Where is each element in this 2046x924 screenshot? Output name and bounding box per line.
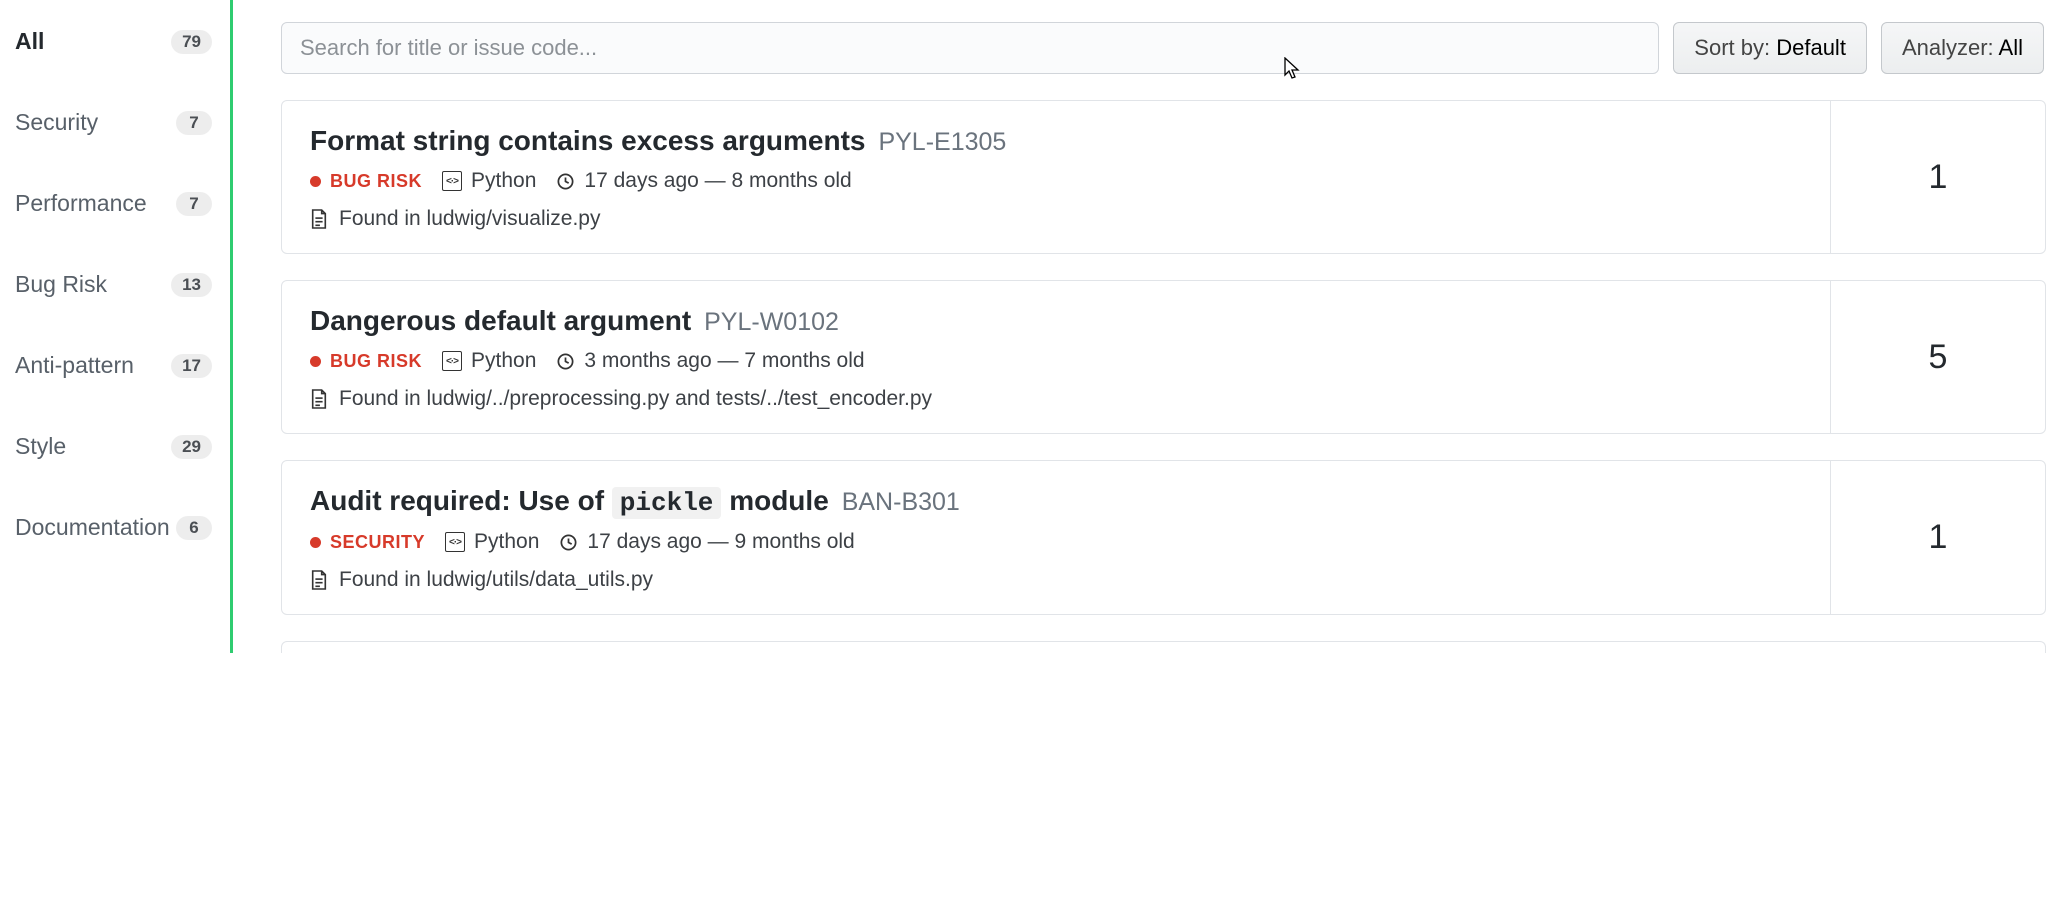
category-label: BUG RISK bbox=[330, 171, 422, 192]
search-input[interactable] bbox=[281, 22, 1659, 74]
sidebar-item-performance[interactable]: Performance 7 bbox=[0, 180, 230, 227]
sidebar-item-label: Security bbox=[15, 109, 98, 136]
sidebar-item-security[interactable]: Security 7 bbox=[0, 99, 230, 146]
sort-by-button[interactable]: Sort by: Default bbox=[1673, 22, 1867, 74]
count-badge: 29 bbox=[171, 435, 212, 459]
issue-title: Dangerous default argument bbox=[310, 305, 691, 336]
issue-card[interactable]: Dangerous default argument PYL-W0102 BUG … bbox=[281, 280, 2046, 434]
location-text: Found in ludwig/utils/data_utils.py bbox=[339, 568, 653, 592]
location-text: Found in ludwig/../preprocessing.py and … bbox=[339, 387, 932, 411]
analyzer-prefix: Analyzer: bbox=[1902, 35, 1999, 60]
location-text: Found in ludwig/visualize.py bbox=[339, 207, 600, 231]
issue-main: Dangerous default argument PYL-W0102 BUG … bbox=[282, 281, 1830, 433]
inline-code: pickle bbox=[612, 487, 722, 519]
sidebar-item-style[interactable]: Style 29 bbox=[0, 423, 230, 470]
sidebar-item-anti-pattern[interactable]: Anti-pattern 17 bbox=[0, 342, 230, 389]
language-label: Python bbox=[471, 169, 536, 193]
status-dot-icon bbox=[310, 537, 321, 548]
issue-card-partial bbox=[281, 641, 2046, 653]
issue-meta-row: BUG RISK <·> Python 17 days ago — 8 months … bbox=[310, 169, 1802, 193]
language-group: <·> Python bbox=[442, 169, 536, 193]
category-label: SECURITY bbox=[330, 532, 425, 553]
issue-title: Audit required: Use of pickle module bbox=[310, 485, 829, 516]
time-label: 17 days ago — 9 months old bbox=[587, 530, 854, 554]
file-icon bbox=[310, 569, 328, 591]
issue-card[interactable]: Format string contains excess arguments … bbox=[281, 100, 2046, 254]
issue-meta-row: BUG RISK <·> Python 3 months ago — 7 months… bbox=[310, 349, 1802, 373]
issue-main: Format string contains excess arguments … bbox=[282, 101, 1830, 253]
issue-code: PYL-W0102 bbox=[697, 308, 839, 336]
sidebar-item-label: Performance bbox=[15, 190, 147, 217]
sidebar-item-all[interactable]: All 79 bbox=[0, 18, 230, 65]
issue-count: 1 bbox=[1830, 461, 2045, 614]
code-icon: <·> bbox=[445, 532, 465, 552]
clock-icon bbox=[556, 172, 575, 191]
sidebar-item-label: Bug Risk bbox=[15, 271, 107, 298]
category-group: BUG RISK bbox=[310, 171, 422, 192]
issue-title-row: Audit required: Use of pickle module BAN… bbox=[310, 485, 1802, 518]
sidebar-item-label: Style bbox=[15, 433, 66, 460]
language-group: <·> Python bbox=[445, 530, 539, 554]
sidebar-item-bug-risk[interactable]: Bug Risk 13 bbox=[0, 261, 230, 308]
category-group: BUG RISK bbox=[310, 351, 422, 372]
time-label: 17 days ago — 8 months old bbox=[584, 169, 851, 193]
time-group: 17 days ago — 9 months old bbox=[559, 530, 854, 554]
issue-meta-row: SECURITY <·> Python 17 days ago — 9 months … bbox=[310, 530, 1802, 554]
issue-location-row: Found in ludwig/../preprocessing.py and … bbox=[310, 387, 1802, 411]
sort-value: Default bbox=[1776, 35, 1846, 60]
code-icon: <·> bbox=[442, 171, 462, 191]
issue-location-row: Found in ludwig/visualize.py bbox=[310, 207, 1802, 231]
issue-location-row: Found in ludwig/utils/data_utils.py bbox=[310, 568, 1802, 592]
analyzer-value: All bbox=[1999, 35, 2023, 60]
language-label: Python bbox=[471, 349, 536, 373]
count-badge: 6 bbox=[176, 516, 212, 540]
language-label: Python bbox=[474, 530, 539, 554]
sort-prefix: Sort by: bbox=[1694, 35, 1776, 60]
issue-title-row: Format string contains excess arguments … bbox=[310, 125, 1802, 157]
sidebar-item-documentation[interactable]: Documentation6 bbox=[0, 504, 230, 551]
issue-card[interactable]: Audit required: Use of pickle module BAN… bbox=[281, 460, 2046, 615]
count-badge: 79 bbox=[171, 30, 212, 54]
file-icon bbox=[310, 208, 328, 230]
issue-code: BAN-B301 bbox=[835, 488, 960, 516]
sidebar-item-label: All bbox=[15, 28, 44, 55]
issue-title: Format string contains excess arguments bbox=[310, 125, 866, 156]
main-content: Sort by: Default Analyzer: All Format st… bbox=[233, 0, 2046, 653]
time-label: 3 months ago — 7 months old bbox=[584, 349, 864, 373]
time-group: 3 months ago — 7 months old bbox=[556, 349, 864, 373]
sidebar: All 79 Security 7 Performance 7 Bug Risk 13 Anti… bbox=[0, 0, 233, 653]
language-group: <·> Python bbox=[442, 349, 536, 373]
count-badge: 13 bbox=[171, 273, 212, 297]
status-dot-icon bbox=[310, 176, 321, 187]
issue-code: PYL-E1305 bbox=[872, 128, 1007, 156]
category-label: BUG RISK bbox=[330, 351, 422, 372]
issue-title-row: Dangerous default argument PYL-W0102 bbox=[310, 305, 1802, 337]
time-group: 17 days ago — 8 months old bbox=[556, 169, 851, 193]
count-badge: 7 bbox=[176, 111, 212, 135]
code-icon: <·> bbox=[442, 351, 462, 371]
clock-icon bbox=[556, 352, 575, 371]
clock-icon bbox=[559, 533, 578, 552]
count-badge: 17 bbox=[171, 354, 212, 378]
file-icon bbox=[310, 388, 328, 410]
status-dot-icon bbox=[310, 356, 321, 367]
issue-count: 5 bbox=[1830, 281, 2045, 433]
issue-count: 1 bbox=[1830, 101, 2045, 253]
sidebar-item-label: Anti-pattern bbox=[15, 352, 134, 379]
category-group: SECURITY bbox=[310, 532, 425, 553]
analyzer-button[interactable]: Analyzer: All bbox=[1881, 22, 2044, 74]
issue-main: Audit required: Use of pickle module BAN… bbox=[282, 461, 1830, 614]
toolbar: Sort by: Default Analyzer: All bbox=[281, 22, 2046, 74]
sidebar-item-label: Documentation bbox=[15, 514, 170, 541]
count-badge: 7 bbox=[176, 192, 212, 216]
